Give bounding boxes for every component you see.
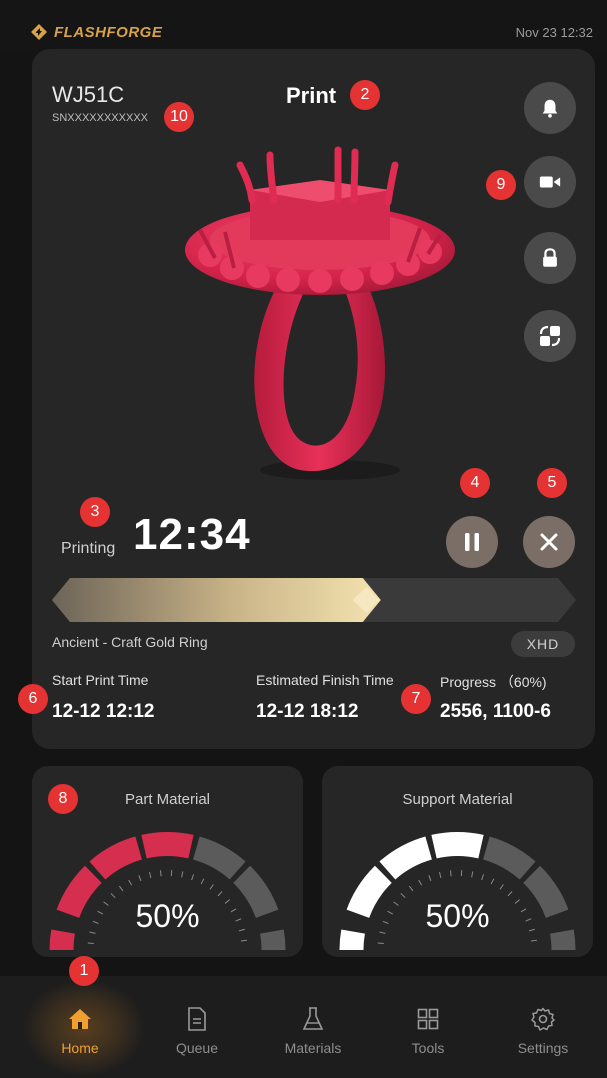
print-status-label: Printing <box>61 540 116 557</box>
lock-button[interactable] <box>524 232 576 284</box>
support-gauge-tick <box>377 942 384 945</box>
part-gauge-segment <box>89 836 142 880</box>
support-gauge-tick <box>408 885 414 892</box>
annotation-badge-6: 6 <box>18 684 48 714</box>
bell-icon <box>542 99 558 118</box>
print-elapsed-time: 12:34 <box>133 510 251 559</box>
flask-icon <box>300 1006 326 1032</box>
support-gauge-segment <box>483 836 536 880</box>
model-preview-image <box>185 146 455 480</box>
finish-time-value: 12-12 18:12 <box>256 701 359 722</box>
start-time-value: 12-12 12:12 <box>52 701 155 722</box>
part-gauge-segment <box>141 832 194 859</box>
nav-queue-label: Queue <box>175 1040 219 1056</box>
annotation-badge-5: 5 <box>537 468 567 498</box>
nav-queue[interactable]: Queue <box>142 980 252 1078</box>
notification-button[interactable] <box>524 82 576 134</box>
annotation-badge-4: 4 <box>460 468 490 498</box>
part-gauge-tick <box>149 871 152 879</box>
support-gauge-segment <box>379 836 432 880</box>
flashforge-logo-icon <box>31 24 47 40</box>
printer-serial: SNXXXXXXXXXXX <box>52 112 148 124</box>
document-icon <box>184 1006 210 1032</box>
annotation-badge-3: 3 <box>80 497 110 527</box>
cancel-print-button[interactable] <box>523 516 575 568</box>
home-icon <box>67 1006 93 1032</box>
support-gauge-tick <box>439 871 442 879</box>
support-gauge-segment <box>431 832 484 859</box>
lock-icon <box>543 248 557 267</box>
part-gauge-tick <box>191 874 195 881</box>
start-time-label: Start Print Time <box>52 672 149 688</box>
support-gauge-tick <box>428 875 432 882</box>
support-gauge-tick <box>499 884 504 890</box>
nav-settings[interactable]: Settings <box>488 980 598 1078</box>
gear-icon <box>530 1006 556 1032</box>
grid-icon <box>415 1006 441 1032</box>
switch-icon <box>539 325 561 347</box>
nav-materials-label: Materials <box>284 1040 342 1056</box>
nav-tools-label: Tools <box>411 1040 445 1056</box>
page-title: Print <box>286 83 337 108</box>
support-gauge-tick <box>450 870 452 877</box>
close-icon <box>540 533 558 551</box>
annotation-badge-9: 9 <box>486 170 516 200</box>
support-gauge-tick <box>418 879 423 886</box>
status-datetime: Nov 23 12:32 <box>515 25 593 40</box>
brand-name: FLASHFORGE <box>54 23 163 41</box>
part-gauge-tick <box>240 939 247 942</box>
nav-tools[interactable]: Tools <box>373 980 483 1078</box>
progress-value: 2556, 1100-6 <box>440 701 551 722</box>
file-name: Ancient - Craft Gold Ring <box>52 634 208 650</box>
nav-home[interactable]: Home <box>25 980 135 1078</box>
annotation-badge-7: 7 <box>401 684 431 714</box>
nav-materials[interactable]: Materials <box>258 980 368 1078</box>
support-material-percent: 50% <box>425 898 490 934</box>
printer-model: WJ51C <box>52 82 125 107</box>
nav-home-label: Home <box>61 1040 99 1056</box>
part-material-percent: 50% <box>135 898 200 934</box>
nav-settings-label: Settings <box>517 1040 569 1056</box>
brand-logo: FLASHFORGE <box>30 23 162 41</box>
quality-badge: XHD <box>511 631 575 657</box>
print-progress-bar <box>52 578 576 622</box>
progress-fill <box>52 578 381 622</box>
pause-button[interactable] <box>446 516 498 568</box>
part-gauge-tick <box>87 942 94 945</box>
part-gauge-tick <box>160 870 162 877</box>
support-gauge-tick <box>507 891 513 897</box>
annotation-badge-10: 10 <box>164 102 194 132</box>
part-gauge-tick <box>128 879 133 886</box>
camera-button[interactable] <box>524 156 576 208</box>
progress-label: Progress （60%) <box>440 674 547 690</box>
part-gauge-tick <box>138 875 142 882</box>
part-gauge-tick <box>209 884 214 890</box>
pause-icon <box>465 533 479 551</box>
part-gauge-tick <box>217 891 223 897</box>
annotation-badge-2: 2 <box>350 80 380 110</box>
part-gauge-tick <box>181 871 184 878</box>
support-gauge-tick <box>490 878 495 885</box>
switch-view-button[interactable] <box>524 310 576 362</box>
support-gauge-tick <box>471 871 474 878</box>
finish-time-label: Estimated Finish Time <box>256 672 394 688</box>
video-camera-icon <box>539 176 561 188</box>
support-gauge-tick <box>530 939 537 942</box>
part-gauge-tick <box>118 885 124 892</box>
part-gauge-segment <box>193 836 246 880</box>
support-gauge-tick <box>481 874 485 881</box>
part-gauge-tick <box>200 878 205 885</box>
